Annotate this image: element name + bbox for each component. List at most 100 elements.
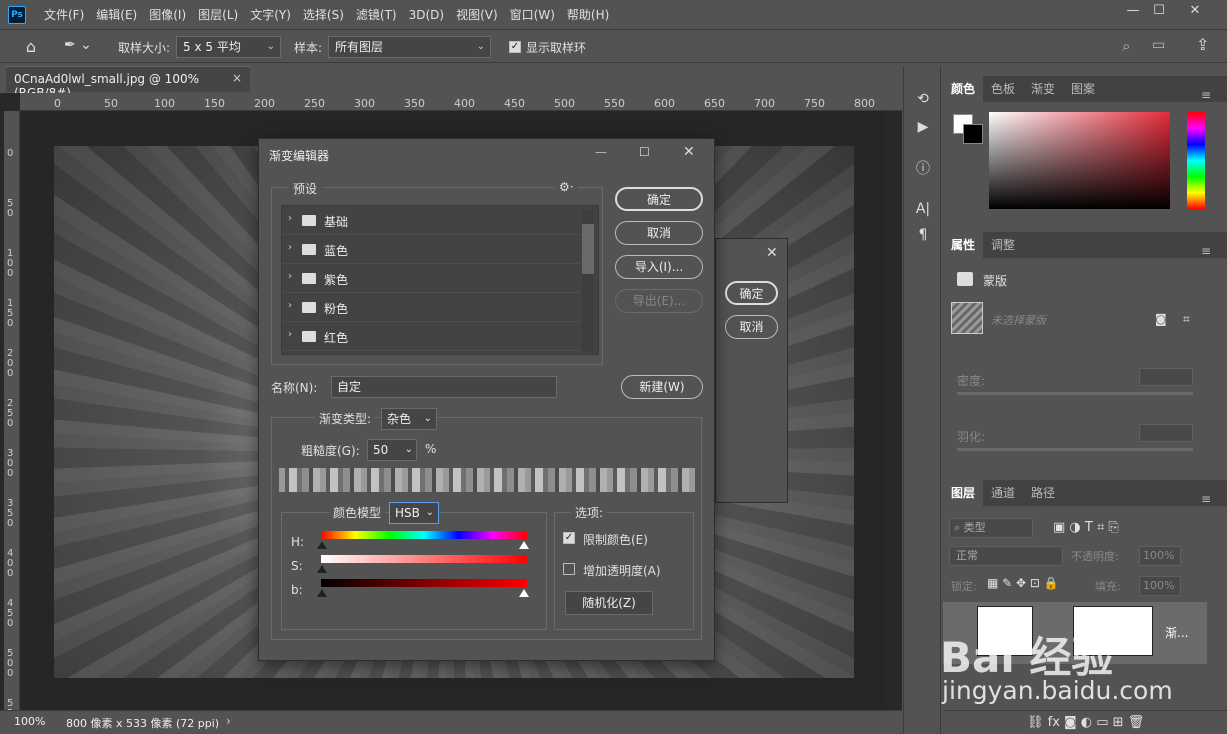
menu-window[interactable]: 窗口(W) <box>504 0 561 30</box>
feather-slider[interactable] <box>957 448 1193 451</box>
menu-select[interactable]: 选择(S) <box>297 0 350 30</box>
opacity-input[interactable]: 100% <box>1139 546 1181 566</box>
cancel-button[interactable]: 取消 <box>615 221 703 245</box>
s-slider[interactable] <box>321 555 527 563</box>
menu-3d[interactable]: 3D(D) <box>403 0 450 30</box>
home-icon[interactable]: ⌂ <box>20 37 42 57</box>
import-button[interactable]: 导入(I)... <box>615 255 703 279</box>
tab-channels[interactable]: 通道 <box>983 480 1023 506</box>
name-input[interactable]: 自定 <box>331 376 557 398</box>
close-tab-icon[interactable]: × <box>232 71 242 85</box>
sample-select[interactable]: 所有图层 ⌄ <box>328 36 491 58</box>
sample-size-select[interactable]: 5 x 5 平均 ⌄ <box>176 36 281 58</box>
background-color-swatch[interactable] <box>963 124 983 144</box>
new-button[interactable]: 新建(W) <box>621 375 703 399</box>
hue-slider[interactable] <box>1187 112 1205 209</box>
menu-layer[interactable]: 图层(L) <box>192 0 244 30</box>
info-icon[interactable]: ⓘ <box>914 160 932 178</box>
fill-input[interactable]: 100% <box>1139 576 1181 596</box>
blend-mode-select[interactable]: 正常 <box>949 546 1063 566</box>
tab-layers[interactable]: 图层 <box>943 480 984 506</box>
character-icon[interactable]: A| <box>914 200 932 218</box>
dialog-maximize-icon[interactable]: ☐ <box>639 145 650 159</box>
vector-mask-icon[interactable]: ⌗ <box>1183 312 1190 327</box>
maximize-button[interactable]: ☐ <box>1142 0 1176 24</box>
menu-filter[interactable]: 滤镜(T) <box>350 0 403 30</box>
randomize-button[interactable]: 随机化(Z) <box>565 591 653 615</box>
document-tab[interactable]: 0CnaAd0lwl_small.jpg @ 100%(RGB/8#) × <box>6 66 250 100</box>
play-icon[interactable]: ▶ <box>914 118 932 136</box>
restrict-colors-checkbox[interactable]: ✓ <box>563 532 575 544</box>
layer-filter-select[interactable]: ⌕ 类型 <box>949 518 1033 538</box>
density-slider[interactable] <box>957 392 1193 395</box>
menu-view[interactable]: 视图(V) <box>450 0 504 30</box>
eyedropper-tool-icon[interactable]: ✒ ⌄ <box>64 37 94 57</box>
b-min-stop[interactable] <box>317 589 327 597</box>
h-slider[interactable] <box>321 531 527 539</box>
b-slider[interactable] <box>321 579 527 587</box>
noise-gradient-preview[interactable] <box>279 468 695 492</box>
dialog-minimize-icon[interactable]: — <box>595 145 607 159</box>
ok-button[interactable]: 确定 <box>615 187 703 211</box>
paragraph-icon[interactable]: ¶ <box>914 226 932 244</box>
density-input[interactable] <box>1139 368 1193 386</box>
close-window-button[interactable]: ✕ <box>1178 0 1212 24</box>
panel-menu-icon[interactable]: ≡ <box>1193 486 1219 512</box>
layer-action-icons[interactable]: ⛓ fx ◙ ◐ ▭ ⊞ 🗑 <box>1027 715 1144 730</box>
chevron-right-icon: › <box>288 329 292 340</box>
color-field[interactable] <box>989 112 1170 209</box>
menu-image[interactable]: 图像(I) <box>143 0 192 30</box>
filter-pixel-icon[interactable]: ▣ ◑ T ⌗ ⎘ <box>1053 520 1119 535</box>
gradient-type-select[interactable]: 杂色 ⌄ <box>381 408 437 430</box>
tab-gradients[interactable]: 渐变 <box>1023 76 1063 102</box>
close-icon[interactable]: ✕ <box>766 245 778 261</box>
tab-swatches[interactable]: 色板 <box>983 76 1023 102</box>
panel-menu-icon[interactable]: ≡ <box>1193 82 1219 108</box>
preset-folder-purple[interactable]: › 紫色 <box>282 264 580 293</box>
tab-color[interactable]: 颜色 <box>943 76 984 102</box>
tab-patterns[interactable]: 图案 <box>1063 76 1103 102</box>
zoom-level[interactable]: 100% <box>14 715 45 728</box>
preset-folder-pink[interactable]: › 粉色 <box>282 293 580 322</box>
h-max-stop[interactable] <box>519 541 529 549</box>
menu-file[interactable]: 文件(F) <box>38 0 90 30</box>
workspace-icon[interactable]: ▭ <box>1152 37 1165 53</box>
preset-folder-red[interactable]: › 红色 <box>282 322 580 351</box>
h-min-stop[interactable] <box>317 541 327 549</box>
lock-icons[interactable]: ▦ ✎ ✥ ⊡ 🔒 <box>987 576 1059 590</box>
back-ok-button[interactable]: 确定 <box>725 281 778 305</box>
tab-adjustments[interactable]: 调整 <box>983 232 1023 258</box>
back-cancel-button[interactable]: 取消 <box>725 315 778 339</box>
show-ring-checkbox[interactable]: ✓ <box>509 41 521 53</box>
pixel-mask-icon[interactable]: ◙ <box>1155 312 1167 326</box>
tab-properties[interactable]: 属性 <box>943 232 984 258</box>
search-icon[interactable]: ⌕ <box>1122 37 1130 55</box>
menu-edit[interactable]: 编辑(E) <box>90 0 143 30</box>
dialog-close-icon[interactable]: ✕ <box>683 144 695 160</box>
add-transparency-checkbox[interactable] <box>563 563 575 575</box>
menu-type[interactable]: 文字(Y) <box>244 0 297 30</box>
preset-folder-basic[interactable]: › 基础 <box>282 206 580 235</box>
status-menu-arrow[interactable]: › <box>226 714 231 728</box>
color-model-label: 颜色模型 <box>329 504 386 521</box>
menu-help[interactable]: 帮助(H) <box>561 0 615 30</box>
history-icon[interactable]: ⟲ <box>914 90 932 108</box>
mask-icon <box>957 272 973 286</box>
roughness-input[interactable]: 50 ⌄ <box>367 439 417 461</box>
ruler-h-tick: 350 <box>404 97 425 110</box>
s-min-stop[interactable] <box>317 565 327 573</box>
layers-panel-tabs: 图层 通道 路径 ≡ <box>943 480 1227 506</box>
color-model-select[interactable]: HSB ⌄ <box>389 502 439 524</box>
feather-input[interactable] <box>1139 424 1193 442</box>
ruler-h-tick: 100 <box>154 97 175 110</box>
presets-scrollbar[interactable] <box>582 210 594 352</box>
panel-menu-icon[interactable]: ≡ <box>1193 238 1219 264</box>
export-button[interactable]: 导出(E)... <box>615 289 703 313</box>
ruler-v-tick: 1 0 0 <box>7 248 14 279</box>
gear-icon[interactable]: ⚙· <box>555 180 578 194</box>
share-icon[interactable]: ⇪ <box>1196 35 1209 54</box>
b-max-stop[interactable] <box>519 589 529 597</box>
ruler-v-tick: 4 5 0 <box>7 598 14 629</box>
preset-folder-blue[interactable]: › 蓝色 <box>282 235 580 264</box>
tab-paths[interactable]: 路径 <box>1023 480 1063 506</box>
